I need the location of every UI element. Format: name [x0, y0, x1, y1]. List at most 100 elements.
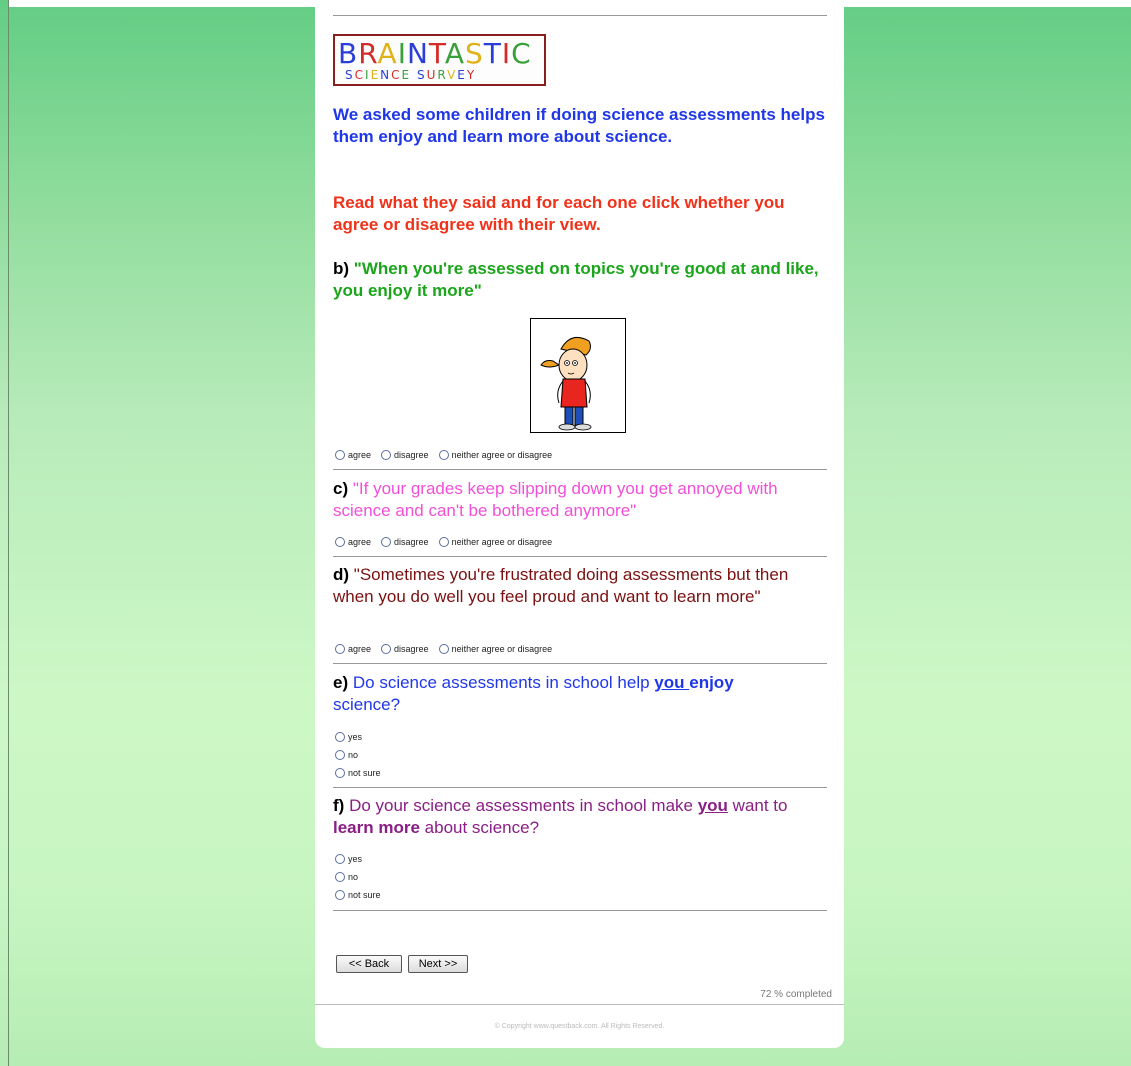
- logo-letter: C: [511, 37, 532, 70]
- survey-panel: BRAINTASTIC SCIENCE SURVEY We asked some…: [315, 0, 844, 1048]
- divider: [333, 910, 827, 911]
- option-label: agree: [348, 450, 372, 460]
- radio-d-neither[interactable]: neither agree or disagree: [438, 644, 553, 654]
- option-label: neither agree or disagree: [451, 644, 553, 654]
- question-b-options: agree disagree neither agree or disagree: [335, 450, 562, 460]
- radio-e-yes[interactable]: yes: [335, 728, 381, 746]
- radio-c-disagree[interactable]: disagree: [381, 537, 429, 547]
- question-c-text: "If your grades keep slipping down you g…: [333, 479, 778, 520]
- radio-circle[interactable]: [381, 537, 392, 547]
- instruction-text: Read what they said and for each one cli…: [333, 193, 785, 234]
- question-c: c) "If your grades keep slipping down yo…: [333, 478, 827, 522]
- option-label: yes: [348, 854, 363, 864]
- option-label: neither agree or disagree: [451, 450, 553, 460]
- option-label: not sure: [348, 890, 381, 900]
- logo-letter: S: [416, 68, 427, 82]
- logo-letter: I: [501, 37, 512, 70]
- radio-circle[interactable]: [438, 537, 449, 547]
- radio-d-agree[interactable]: agree: [335, 644, 371, 654]
- question-f-options: yes no not sure: [335, 850, 381, 904]
- question-d-options: agree disagree neither agree or disagree: [335, 644, 562, 654]
- radio-circle[interactable]: [335, 854, 345, 864]
- radio-f-not-sure[interactable]: not sure: [335, 886, 381, 904]
- question-e-enjoy: enjoy: [689, 673, 734, 692]
- question-f-text-1: Do your science assessments in school ma…: [349, 796, 698, 815]
- radio-circle[interactable]: [335, 644, 345, 654]
- logo-letter: A: [377, 37, 398, 70]
- question-c-options: agree disagree neither agree or disagree: [335, 537, 562, 547]
- option-label: not sure: [348, 768, 381, 778]
- radio-b-agree[interactable]: agree: [335, 450, 371, 460]
- option-label: disagree: [394, 537, 429, 547]
- top-divider: [333, 15, 827, 16]
- radio-circle[interactable]: [381, 450, 392, 460]
- option-label: disagree: [394, 644, 429, 654]
- question-b-text: "When you're assessed on topics you're g…: [333, 259, 819, 300]
- copyright-prefix: © Copyright: [494, 1023, 534, 1030]
- radio-b-disagree[interactable]: disagree: [381, 450, 429, 460]
- option-label: agree: [348, 537, 372, 547]
- question-d-label: d): [333, 565, 350, 584]
- question-f-you: you: [697, 796, 728, 815]
- logo-letter: E: [401, 68, 412, 82]
- question-f: f) Do your science assessments in school…: [333, 795, 827, 839]
- next-button[interactable]: Next >>: [408, 955, 468, 973]
- braintastic-logo: BRAINTASTIC SCIENCE SURVEY: [333, 34, 546, 86]
- question-f-text-2: want to: [727, 796, 788, 815]
- logo-letter: Y: [466, 68, 477, 82]
- option-label: no: [348, 750, 359, 760]
- radio-circle[interactable]: [335, 768, 345, 778]
- radio-e-not-sure[interactable]: not sure: [335, 764, 381, 782]
- radio-circle[interactable]: [335, 537, 345, 547]
- radio-circle[interactable]: [438, 644, 449, 654]
- divider: [333, 469, 827, 470]
- back-button[interactable]: << Back: [336, 955, 402, 973]
- radio-circle[interactable]: [381, 644, 392, 654]
- logo-letter: E: [457, 68, 467, 82]
- question-f-label: f): [333, 796, 345, 815]
- logo-letter: R: [358, 37, 378, 70]
- radio-circle[interactable]: [335, 872, 345, 882]
- logo-letter: U: [426, 68, 438, 82]
- logo-letter: N: [406, 37, 429, 70]
- option-label: agree: [348, 644, 372, 654]
- intro-text: We asked some children if doing science …: [333, 105, 825, 146]
- radio-e-no[interactable]: no: [335, 746, 381, 764]
- footer-divider: [315, 1004, 844, 1005]
- divider: [333, 787, 827, 788]
- radio-c-agree[interactable]: agree: [335, 537, 371, 547]
- logo-letter: A: [444, 37, 466, 70]
- radio-d-disagree[interactable]: disagree: [381, 644, 429, 654]
- radio-f-yes[interactable]: yes: [335, 850, 381, 868]
- radio-circle[interactable]: [438, 450, 449, 460]
- question-d: d) "Sometimes you're frustrated doing as…: [333, 564, 827, 608]
- radio-circle[interactable]: [335, 890, 345, 900]
- radio-b-neither[interactable]: neither agree or disagree: [438, 450, 553, 460]
- radio-circle[interactable]: [335, 450, 345, 460]
- divider: [333, 556, 827, 557]
- window-left-border: [8, 0, 9, 1066]
- divider: [333, 663, 827, 664]
- questback-link[interactable]: www.questback.com: [534, 1023, 598, 1030]
- logo-letter: E: [370, 68, 381, 82]
- option-label: disagree: [394, 450, 429, 460]
- radio-circle[interactable]: [335, 750, 345, 760]
- question-e-options: yes no not sure: [335, 728, 381, 782]
- question-b-label: b): [333, 259, 350, 278]
- logo-subtitle: SCIENCE SURVEY: [345, 68, 476, 82]
- logo-letter: T: [483, 37, 502, 70]
- question-d-text: "Sometimes you're frustrated doing asses…: [333, 565, 789, 606]
- radio-c-neither[interactable]: neither agree or disagree: [438, 537, 552, 547]
- question-c-label: c): [333, 479, 349, 498]
- logo-letter: T: [428, 37, 445, 70]
- radio-circle[interactable]: [335, 732, 345, 742]
- radio-f-no[interactable]: no: [335, 868, 381, 886]
- logo-title: BRAINTASTIC: [338, 37, 532, 70]
- option-label: yes: [348, 732, 363, 742]
- question-b: b) "When you're assessed on topics you'r…: [333, 258, 827, 302]
- child-illustration: [530, 318, 626, 433]
- logo-letter: B: [338, 37, 359, 70]
- question-f-text-3: about science?: [419, 818, 540, 837]
- logo-letter: R: [437, 68, 448, 82]
- question-e: e) Do science assessments in school help…: [333, 672, 827, 716]
